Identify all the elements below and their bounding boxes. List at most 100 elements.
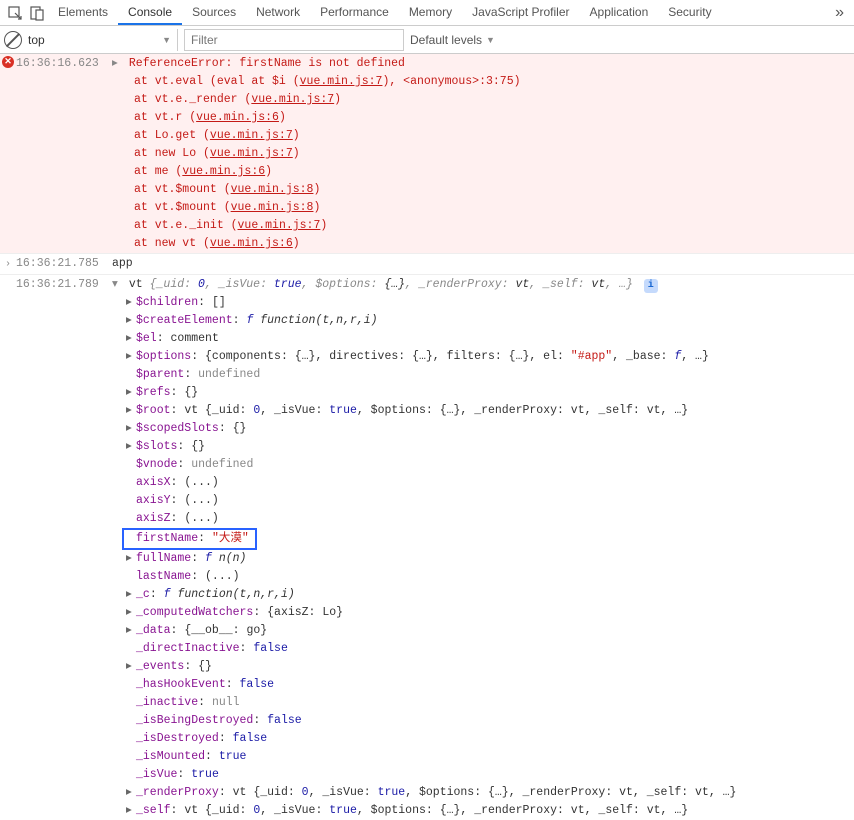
- object-property[interactable]: ▸$createElement: f function(t,n,r,i): [112, 312, 854, 330]
- stack-frame: at me (vue.min.js:6): [112, 163, 854, 181]
- tab-application[interactable]: Application: [580, 1, 659, 25]
- object-property[interactable]: ▸$root: vt {_uid: 0, _isVue: true, $opti…: [112, 402, 854, 420]
- expand-arrow-icon[interactable]: ▸: [126, 312, 136, 330]
- stack-frame: at new Lo (vue.min.js:7): [112, 145, 854, 163]
- object-property[interactable]: ▸_renderProxy: vt {_uid: 0, _isVue: true…: [112, 784, 854, 802]
- expand-arrow-icon[interactable]: ▸: [126, 438, 136, 456]
- expand-arrow-icon[interactable]: ▸: [126, 402, 136, 420]
- stack-frame: at new vt (vue.min.js:6): [112, 235, 854, 253]
- object-property[interactable]: ▸$options: {components: {…}, directives:…: [112, 348, 854, 366]
- expand-arrow-icon[interactable]: ▸: [126, 420, 136, 438]
- expand-arrow-icon[interactable]: ▸: [126, 294, 136, 312]
- stack-frame: at vt.e._init (vue.min.js:7): [112, 217, 854, 235]
- stack-frame: at vt.$mount (vue.min.js:8): [112, 181, 854, 199]
- tab-performance[interactable]: Performance: [310, 1, 399, 25]
- expand-arrow-icon[interactable]: ▸: [126, 550, 136, 568]
- object-property[interactable]: _isDestroyed: false: [112, 730, 854, 748]
- error-title: ReferenceError: firstName is not defined: [129, 57, 405, 70]
- object-property[interactable]: ▸_events: {}: [112, 658, 854, 676]
- filter-input[interactable]: [184, 29, 404, 51]
- chevron-down-icon: ▼: [162, 35, 171, 45]
- tab-elements[interactable]: Elements: [48, 1, 118, 25]
- object-property[interactable]: ▸_c: f function(t,n,r,i): [112, 586, 854, 604]
- source-link[interactable]: vue.min.js:6: [196, 111, 279, 124]
- tab-security[interactable]: Security: [658, 1, 721, 25]
- expand-arrow-icon[interactable]: [112, 55, 122, 73]
- overflow-icon[interactable]: »: [829, 4, 850, 22]
- devtools-toolbar: ElementsConsoleSourcesNetworkPerformance…: [0, 0, 854, 26]
- chevron-down-icon: ▼: [486, 35, 495, 45]
- source-link[interactable]: vue.min.js:6: [210, 237, 293, 250]
- stack-frame: at vt.$mount (vue.min.js:8): [112, 199, 854, 217]
- object-property[interactable]: $vnode: undefined: [112, 456, 854, 474]
- source-link[interactable]: vue.min.js:8: [231, 183, 314, 196]
- expand-arrow-icon[interactable]: ▸: [126, 604, 136, 622]
- expand-arrow-icon[interactable]: ▸: [126, 622, 136, 640]
- inspect-icon[interactable]: [4, 2, 26, 24]
- source-link[interactable]: vue.min.js:7: [251, 93, 334, 106]
- device-icon[interactable]: [26, 2, 48, 24]
- object-property[interactable]: axisX: (...): [112, 474, 854, 492]
- object-property[interactable]: ▸_self: vt {_uid: 0, _isVue: true, $opti…: [112, 802, 854, 820]
- tab-javascript-profiler[interactable]: JavaScript Profiler: [462, 1, 579, 25]
- log-levels-selector[interactable]: Default levels ▼: [410, 33, 495, 47]
- context-selector[interactable]: top ▼: [28, 29, 178, 51]
- stack-frame: at vt.r (vue.min.js:6): [112, 109, 854, 127]
- expand-arrow-icon[interactable]: ▸: [126, 586, 136, 604]
- console-filterbar: top ▼ Default levels ▼: [0, 26, 854, 54]
- timestamp: 16:36:16.623: [16, 54, 112, 73]
- stack-frame: at Lo.get (vue.min.js:7): [112, 127, 854, 145]
- object-property[interactable]: ▸$slots: {}: [112, 438, 854, 456]
- object-property[interactable]: firstName: "大漠": [112, 528, 854, 550]
- object-property[interactable]: ▸$scopedSlots: {}: [112, 420, 854, 438]
- context-label: top: [28, 33, 45, 47]
- error-icon: ✕: [2, 56, 14, 68]
- object-property[interactable]: ▸$children: []: [112, 294, 854, 312]
- object-property[interactable]: ▸$el: comment: [112, 330, 854, 348]
- source-link[interactable]: vue.min.js:6: [182, 165, 265, 178]
- info-icon[interactable]: i: [644, 279, 658, 293]
- object-property[interactable]: ▸fullName: f n(n): [112, 550, 854, 568]
- object-property[interactable]: _isVue: true: [112, 766, 854, 784]
- levels-label: Default levels: [410, 33, 482, 47]
- console-log-row[interactable]: › 16:36:21.785 app: [0, 254, 854, 275]
- object-property[interactable]: _isBeingDestroyed: false: [112, 712, 854, 730]
- expand-arrow-icon[interactable]: ▸: [126, 348, 136, 366]
- expand-arrow-icon[interactable]: ▸: [126, 658, 136, 676]
- object-property[interactable]: lastName: (...): [112, 568, 854, 586]
- source-link[interactable]: vue.min.js:7: [210, 147, 293, 160]
- object-property[interactable]: ▸$refs: {}: [112, 384, 854, 402]
- expand-arrow-icon[interactable]: ▸: [126, 384, 136, 402]
- stack-frame: at vt.e._render (vue.min.js:7): [112, 91, 854, 109]
- expand-arrow-icon[interactable]: ▸: [126, 330, 136, 348]
- object-property[interactable]: ▸_computedWatchers: {axisZ: Lo}: [112, 604, 854, 622]
- timestamp: 16:36:21.789: [16, 275, 112, 294]
- object-property[interactable]: $parent: undefined: [112, 366, 854, 384]
- object-property[interactable]: _inactive: null: [112, 694, 854, 712]
- clear-console-icon[interactable]: [4, 31, 22, 49]
- devtools-tabs: ElementsConsoleSourcesNetworkPerformance…: [48, 1, 829, 25]
- log-text: app: [112, 254, 854, 273]
- object-property[interactable]: _directInactive: false: [112, 640, 854, 658]
- console-object-row[interactable]: 16:36:21.789 vt {_uid: 0, _isVue: true, …: [0, 275, 854, 820]
- console-output: ✕ 16:36:16.623 ReferenceError: firstName…: [0, 54, 854, 820]
- object-property[interactable]: _isMounted: true: [112, 748, 854, 766]
- collapse-arrow-icon[interactable]: [112, 276, 122, 294]
- stack-frame: at vt.eval (eval at $i (vue.min.js:7), <…: [112, 73, 854, 91]
- chevron-right-icon: ›: [5, 256, 11, 274]
- source-link[interactable]: vue.min.js:8: [231, 201, 314, 214]
- source-link[interactable]: vue.min.js:7: [238, 219, 321, 232]
- object-property[interactable]: ▸_data: {__ob__: go}: [112, 622, 854, 640]
- expand-arrow-icon[interactable]: ▸: [126, 784, 136, 802]
- source-link[interactable]: vue.min.js:7: [210, 129, 293, 142]
- tab-sources[interactable]: Sources: [182, 1, 246, 25]
- object-property[interactable]: _hasHookEvent: false: [112, 676, 854, 694]
- source-link[interactable]: vue.min.js:7: [300, 75, 383, 88]
- console-error-row[interactable]: ✕ 16:36:16.623 ReferenceError: firstName…: [0, 54, 854, 254]
- tab-memory[interactable]: Memory: [399, 1, 462, 25]
- object-property[interactable]: axisZ: (...): [112, 510, 854, 528]
- object-property[interactable]: axisY: (...): [112, 492, 854, 510]
- expand-arrow-icon[interactable]: ▸: [126, 802, 136, 820]
- tab-console[interactable]: Console: [118, 1, 182, 25]
- tab-network[interactable]: Network: [246, 1, 310, 25]
